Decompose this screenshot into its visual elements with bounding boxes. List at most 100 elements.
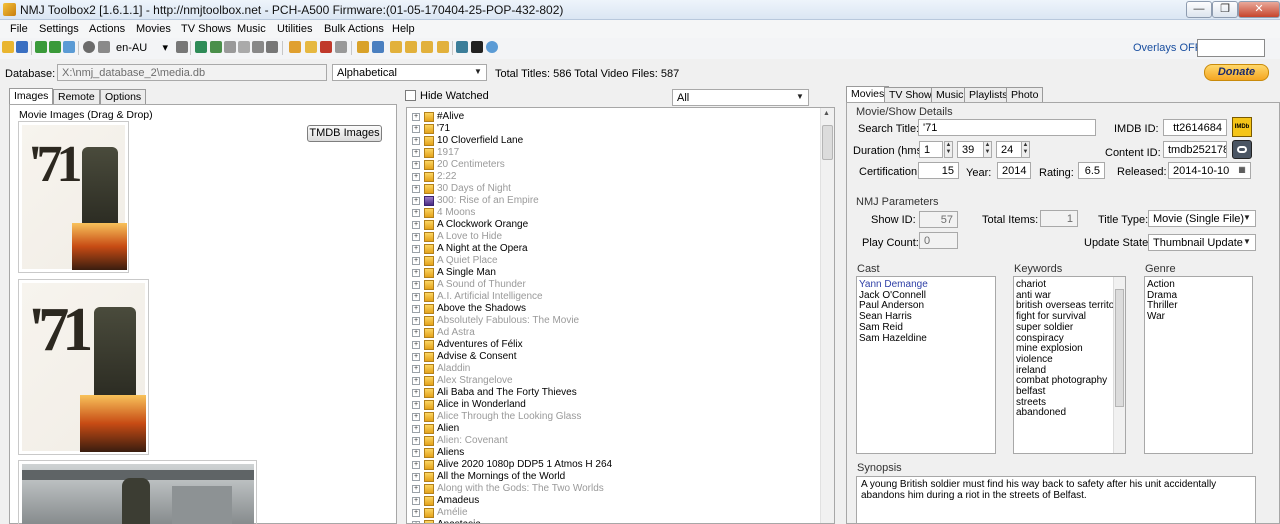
play-count-input[interactable]: 0 <box>919 232 958 249</box>
total-items-input[interactable]: 1 <box>1040 210 1078 227</box>
year-input[interactable]: 2014 <box>997 162 1031 179</box>
keyword-item[interactable]: streets <box>1016 397 1046 408</box>
expand-icon[interactable]: + <box>412 509 420 517</box>
keyword-item[interactable]: abandoned <box>1016 407 1066 418</box>
genre-item[interactable]: Drama <box>1147 290 1177 301</box>
expand-icon[interactable]: + <box>412 401 420 409</box>
menu-settings[interactable]: Settings <box>39 23 79 35</box>
donate-button[interactable]: Donate <box>1204 64 1269 81</box>
folder-icon[interactable] <box>437 41 449 53</box>
scroll-thumb[interactable] <box>1115 289 1124 407</box>
duration-hours-input[interactable]: 1 <box>919 141 943 158</box>
folder-icon[interactable] <box>357 41 369 53</box>
menu-actions[interactable]: Actions <box>89 23 125 35</box>
keyword-item[interactable]: violence <box>1016 354 1053 365</box>
expand-icon[interactable]: + <box>412 461 420 469</box>
keyword-item[interactable]: super soldier <box>1016 322 1073 333</box>
expand-icon[interactable]: + <box>412 269 420 277</box>
monitor-icon[interactable] <box>252 41 264 53</box>
imdb-id-input[interactable]: tt2614684 <box>1163 119 1227 136</box>
cast-item[interactable]: Jack O'Connell <box>859 290 926 301</box>
poster-image[interactable]: '71 <box>18 121 129 273</box>
search-title-input[interactable]: '71 <box>918 119 1096 136</box>
database-path-field[interactable]: X:\nmj_database_2\media.db <box>57 64 327 81</box>
tag-icon[interactable] <box>320 41 332 53</box>
film-icon[interactable] <box>471 41 483 53</box>
keyword-item[interactable]: conspiracy <box>1016 333 1064 344</box>
maximize-button[interactable]: ❐ <box>1212 1 1238 18</box>
tmdb-icon[interactable] <box>1232 140 1252 159</box>
grid-icon[interactable] <box>210 41 222 53</box>
show-id-input[interactable]: 57 <box>919 211 958 228</box>
expand-icon[interactable]: + <box>412 173 420 181</box>
expand-icon[interactable]: + <box>412 473 420 481</box>
expand-icon[interactable]: + <box>412 389 420 397</box>
close-button[interactable]: ✕ <box>1238 1 1280 18</box>
edit-icon[interactable] <box>305 41 317 53</box>
titles-tree[interactable]: + #Alive + '71 +10 Cloverfield Lane +1917 +20 … <box>406 107 835 524</box>
expand-icon[interactable]: + <box>412 137 420 145</box>
chat-icon[interactable] <box>335 41 347 53</box>
menu-file[interactable]: File <box>10 23 28 35</box>
monitor-icon[interactable] <box>266 41 278 53</box>
menu-movies[interactable]: Movies <box>136 23 171 35</box>
genre-item[interactable]: War <box>1147 311 1165 322</box>
expand-icon[interactable]: + <box>412 293 420 301</box>
duration-minutes-stepper[interactable]: ▲ ▼ <box>983 141 992 158</box>
scroll-up-icon[interactable]: ▲ <box>823 110 830 117</box>
expand-icon[interactable]: + <box>412 365 420 373</box>
update-state-select[interactable]: Thumbnail Update ▼ <box>1148 234 1256 251</box>
expand-icon[interactable]: + <box>412 233 420 241</box>
sort-select[interactable]: Alphabetical ▼ <box>332 64 487 81</box>
expand-icon[interactable]: + <box>412 149 420 157</box>
expand-icon[interactable]: + <box>412 281 420 289</box>
tab-movies[interactable]: Movies <box>846 86 890 103</box>
expand-icon[interactable]: + <box>412 317 420 325</box>
collapse-icon[interactable] <box>49 41 61 53</box>
list-filter-select[interactable]: All ▼ <box>672 89 809 106</box>
expand-icon[interactable]: + <box>412 257 420 265</box>
expand-icon[interactable]: + <box>412 305 420 313</box>
cast-item[interactable]: Sean Harris <box>859 311 912 322</box>
expand-icon[interactable]: + <box>412 329 420 337</box>
menu-bulk-actions[interactable]: Bulk Actions <box>324 23 384 35</box>
expand-icon[interactable]: + <box>412 353 420 361</box>
duration-minutes-input[interactable]: 39 <box>957 141 985 158</box>
expand-icon[interactable]: + <box>412 161 420 169</box>
menu-help[interactable]: Help <box>392 23 415 35</box>
menu-tv-shows[interactable]: TV Shows <box>181 23 231 35</box>
duration-hours-stepper[interactable]: ▲ ▼ <box>944 141 953 158</box>
refresh-icon[interactable] <box>63 41 75 53</box>
keywords-list[interactable]: chariot anti war british overseas territor… <box>1013 276 1126 454</box>
tab-remote[interactable]: Remote <box>53 89 100 105</box>
open-folder-icon[interactable] <box>2 41 14 53</box>
duration-seconds-stepper[interactable]: ▲ ▼ <box>1021 141 1030 158</box>
synopsis-textarea[interactable]: A young British soldier must find his wa… <box>856 476 1256 524</box>
genre-item[interactable]: Action <box>1147 279 1175 290</box>
expand-icon[interactable]: + <box>412 413 420 421</box>
keyword-item[interactable]: mine explosion <box>1016 343 1083 354</box>
backdrop-image[interactable] <box>18 460 257 524</box>
keyword-item[interactable]: chariot <box>1016 279 1046 290</box>
filter-icon[interactable] <box>98 41 110 53</box>
expand-icon[interactable]: + <box>412 113 420 121</box>
broadcast-icon[interactable] <box>176 41 188 53</box>
cast-item[interactable]: Yann Demange <box>859 279 928 290</box>
list-scrollbar[interactable]: ▲ <box>820 108 834 523</box>
cast-item[interactable]: Paul Anderson <box>859 300 924 311</box>
released-date-picker[interactable]: 2014-10-10 ▦ <box>1168 162 1251 179</box>
minimize-button[interactable]: — <box>1186 1 1212 18</box>
certification-input[interactable]: 15 <box>918 162 959 179</box>
database-icon[interactable] <box>456 41 468 53</box>
keyword-item[interactable]: anti war <box>1016 290 1051 301</box>
overlays-input[interactable] <box>1197 39 1265 57</box>
content-id-input[interactable]: tmdb252178 <box>1163 141 1227 158</box>
disc-icon[interactable] <box>238 41 250 53</box>
folder-icon[interactable] <box>405 41 417 53</box>
expand-icon[interactable]: + <box>412 209 420 217</box>
cast-item[interactable]: Sam Reid <box>859 322 903 333</box>
genre-item[interactable]: Thriller <box>1147 300 1178 311</box>
duration-seconds-input[interactable]: 24 <box>996 141 1022 158</box>
cast-list[interactable]: Yann Demange Jack O'Connell Paul Anderson S… <box>856 276 996 454</box>
expand-icon[interactable]: + <box>412 497 420 505</box>
